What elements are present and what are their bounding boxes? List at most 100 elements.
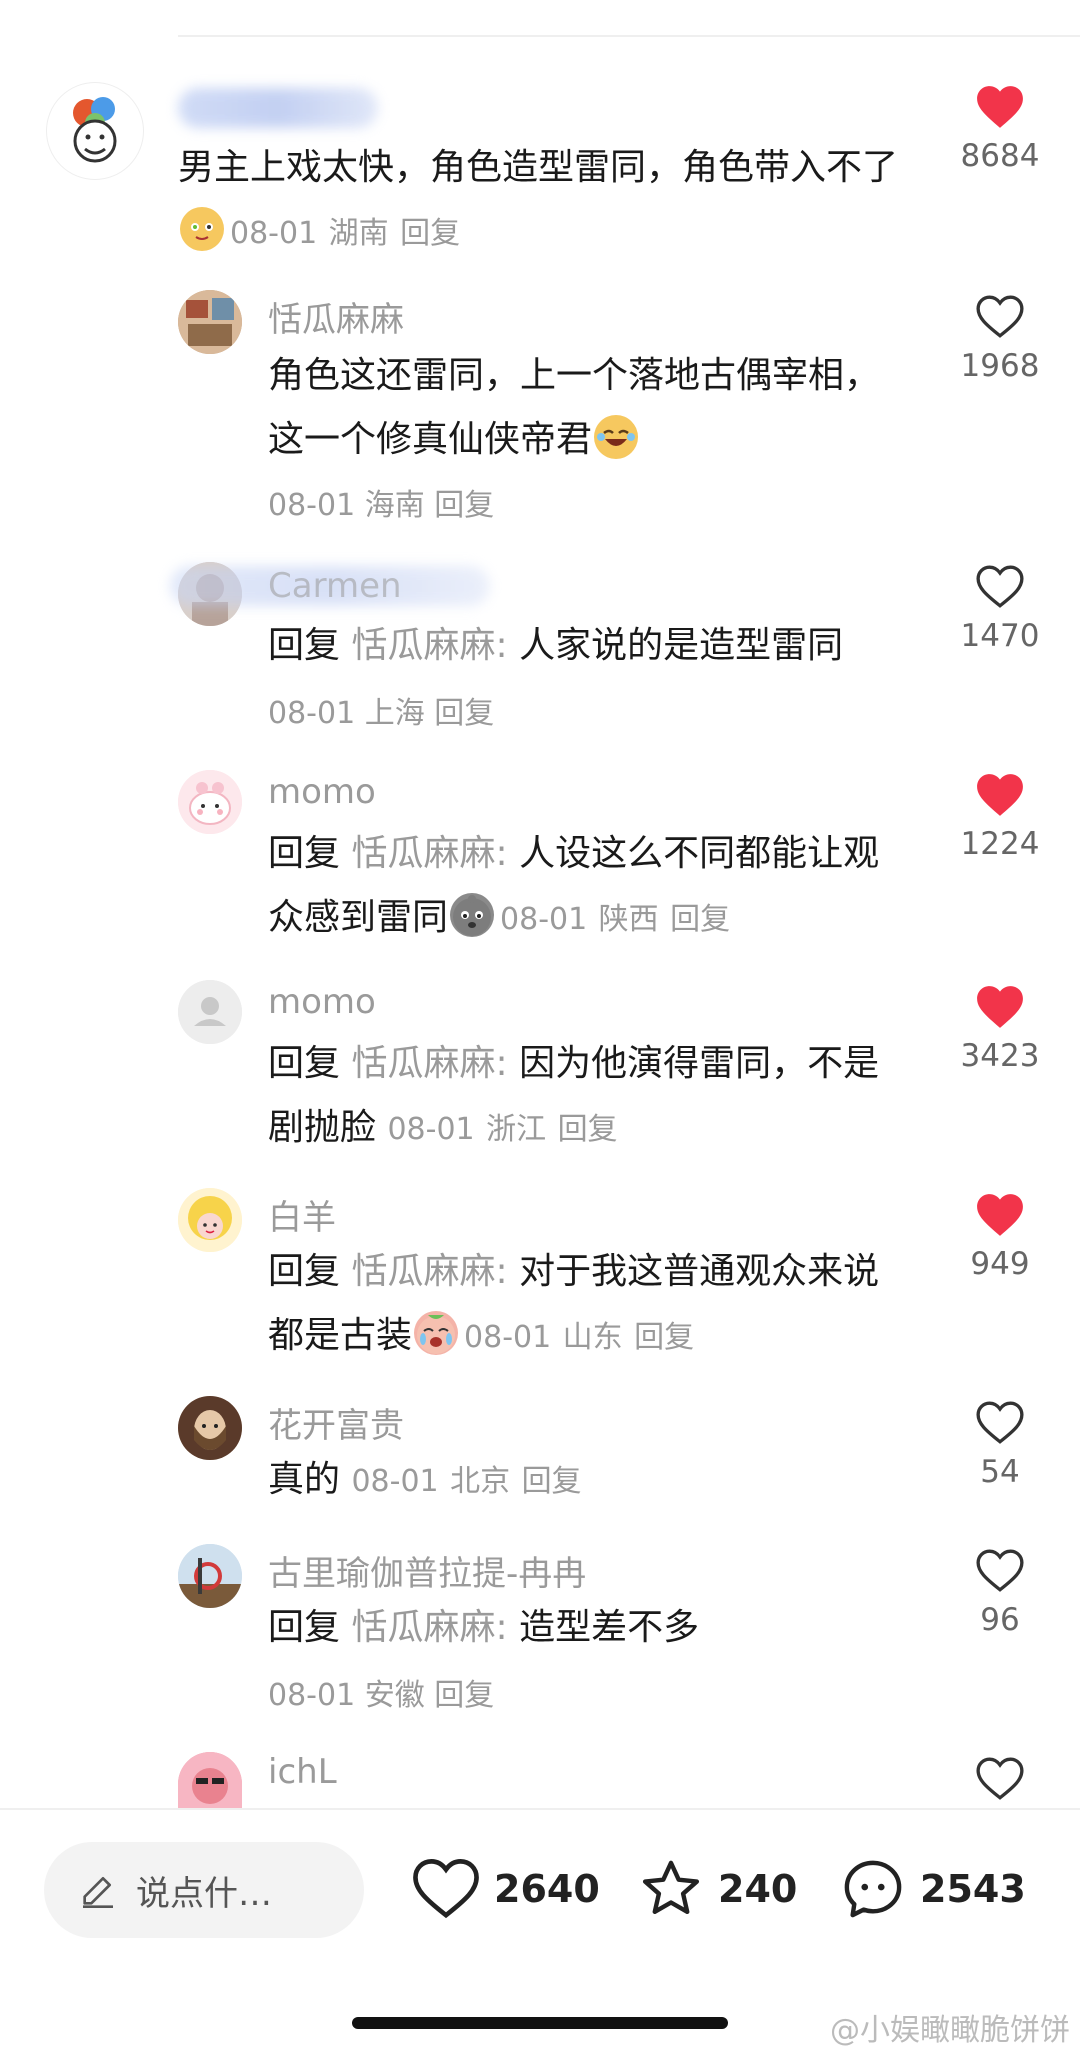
like-count: 1968: [960, 348, 1040, 384]
reply-button[interactable]: 回复: [558, 1112, 618, 1147]
bottom-action-bar: 说点什… 2640 240 2543: [0, 1810, 1080, 1960]
comment-text: 回复 恬瓜麻麻: 因为他演得雷同，不是剧抛脸 08-01 浙江 回复: [268, 1032, 908, 1162]
avatar[interactable]: [178, 1752, 242, 1808]
like-button[interactable]: 1224: [950, 772, 1050, 862]
reply-button[interactable]: 回复: [400, 216, 460, 251]
username[interactable]: 恬瓜麻麻: [268, 292, 404, 341]
emoji-icon: [180, 207, 224, 251]
like-button[interactable]: 8684: [950, 84, 1050, 174]
comment-bubble-icon: [844, 1860, 902, 1918]
comment-location: 浙江: [486, 1112, 547, 1147]
heart-filled-icon: [977, 86, 1023, 128]
username[interactable]: Carmen: [268, 566, 402, 606]
comment-meta: 08-01 上海 回复: [268, 688, 494, 732]
comment-total: 2543: [920, 1867, 1026, 1911]
like-count: 54: [980, 1454, 1020, 1490]
comment-text: 回复 恬瓜麻麻: 人设这么不同都能让观众感到雷同 08-01 陕西 回复: [268, 822, 908, 952]
avatar[interactable]: [46, 82, 144, 180]
username[interactable]: momo: [268, 982, 376, 1022]
reply-button[interactable]: 回复: [434, 1678, 494, 1713]
heart-outline-icon: [413, 1859, 479, 1919]
heart-outline-icon: [976, 1549, 1024, 1592]
like-count: 1224: [960, 826, 1040, 862]
laughing-emoji-icon: [594, 415, 639, 459]
like-button[interactable]: 54: [950, 1400, 1050, 1490]
reply-target[interactable]: 恬瓜麻麻:: [351, 625, 507, 666]
reply-button[interactable]: 回复: [634, 1320, 694, 1355]
reply-target[interactable]: 恬瓜麻麻:: [351, 833, 507, 874]
comment-text: 角色这还雷同，上一个落地古偶宰相，这一个修真仙侠帝君: [268, 344, 888, 472]
watermark: @小娱瞰瞰脆饼饼: [830, 2013, 1070, 2048]
reply-button[interactable]: 回复: [434, 696, 494, 731]
comment-text: 男主上戏太快，角色造型雷同，角色带入不了 08-01 湖南 回复: [178, 136, 938, 266]
sad-emoji-icon: [450, 893, 495, 937]
like-button[interactable]: 96: [950, 1548, 1050, 1638]
like-count: 3423: [960, 1038, 1040, 1074]
comment-input-placeholder: 说点什…: [136, 1874, 272, 1914]
like-button[interactable]: 949: [950, 1192, 1050, 1282]
comment-text: 回复 恬瓜麻麻: 造型差不多: [268, 1596, 908, 1660]
heart-outline-icon: [976, 1401, 1024, 1444]
comment-text: 真的 08-01 北京 回复: [268, 1448, 908, 1514]
avatar[interactable]: [178, 1188, 242, 1252]
comment-body: 人家说的是造型雷同: [519, 625, 844, 666]
reply-button[interactable]: 回复: [522, 1464, 582, 1499]
like-button[interactable]: 1968: [950, 294, 1050, 384]
like-button[interactable]: 1470: [950, 564, 1050, 654]
username[interactable]: momo: [268, 772, 376, 812]
comment-meta: 08-01 安徽 回复: [268, 1670, 494, 1714]
star-outline-icon: [642, 1860, 700, 1915]
comment-location: 陕西: [598, 902, 659, 937]
comment-body: 角色这还雷同，上一个落地古偶宰相，这一个修真仙侠帝君: [268, 355, 881, 460]
reply-prefix: 回复: [268, 833, 341, 874]
reply-prefix: 回复: [268, 1251, 341, 1292]
comment-location: 山东: [562, 1320, 623, 1355]
pencil-icon: [83, 1877, 113, 1908]
avatar[interactable]: [178, 1396, 242, 1460]
comment-date: 08-01: [351, 1464, 439, 1499]
heart-outline-icon: [976, 565, 1024, 608]
reply-prefix: 回复: [268, 1607, 341, 1648]
username[interactable]: 白羊: [268, 1190, 336, 1239]
like-count: 8684: [960, 138, 1040, 174]
avatar[interactable]: [178, 290, 242, 354]
avatar[interactable]: [178, 1544, 242, 1608]
like-count: 96: [980, 1602, 1020, 1638]
comment-date: 08-01: [464, 1320, 552, 1355]
comment-body: 造型差不多: [519, 1607, 700, 1648]
heart-filled-icon: [977, 986, 1023, 1028]
comment-location: 海南: [364, 488, 425, 523]
reply-prefix: 回复: [268, 625, 341, 666]
comment-date: 08-01: [387, 1112, 475, 1147]
username[interactable]: 古里瑜伽普拉提-冉冉: [268, 1546, 586, 1595]
comment-text: 回复 恬瓜麻麻: 人家说的是造型雷同: [268, 614, 908, 678]
heart-filled-icon: [977, 774, 1023, 816]
comments-button[interactable]: 2543: [838, 1854, 1026, 1924]
avatar[interactable]: [178, 770, 242, 834]
reply-button[interactable]: 回复: [434, 488, 494, 523]
username[interactable]: ichL: [268, 1752, 337, 1792]
favorite-button[interactable]: 240: [636, 1854, 797, 1924]
reply-target[interactable]: 恬瓜麻麻:: [351, 1607, 507, 1648]
comment-date: 08-01: [500, 902, 588, 937]
username-blurred[interactable]: [178, 88, 378, 128]
comment-text: 回复 恬瓜麻麻: 对于我这普通观众来说都是古装 08-01 山东 回复: [268, 1240, 908, 1370]
comment-input[interactable]: 说点什…: [44, 1842, 364, 1938]
like-count: 949: [970, 1246, 1030, 1282]
comment-date: 08-01: [268, 1678, 356, 1713]
comment-location: 北京: [450, 1464, 511, 1499]
top-divider: [178, 35, 1080, 37]
username[interactable]: 花开富贵: [268, 1398, 404, 1447]
comment-date: 08-01: [230, 216, 318, 251]
comment-meta: 08-01 海南 回复: [268, 480, 494, 524]
heart-outline-icon: [976, 295, 1024, 338]
avatar[interactable]: [178, 980, 242, 1044]
reply-button[interactable]: 回复: [670, 902, 730, 937]
home-indicator[interactable]: [352, 2017, 728, 2029]
reply-target[interactable]: 恬瓜麻麻:: [351, 1043, 507, 1084]
crying-emoji-icon: [414, 1311, 459, 1355]
like-video-button[interactable]: 2640: [410, 1854, 600, 1924]
reply-target[interactable]: 恬瓜麻麻:: [351, 1251, 507, 1292]
like-button[interactable]: 3423: [950, 984, 1050, 1074]
like-button[interactable]: [950, 1756, 1050, 1808]
